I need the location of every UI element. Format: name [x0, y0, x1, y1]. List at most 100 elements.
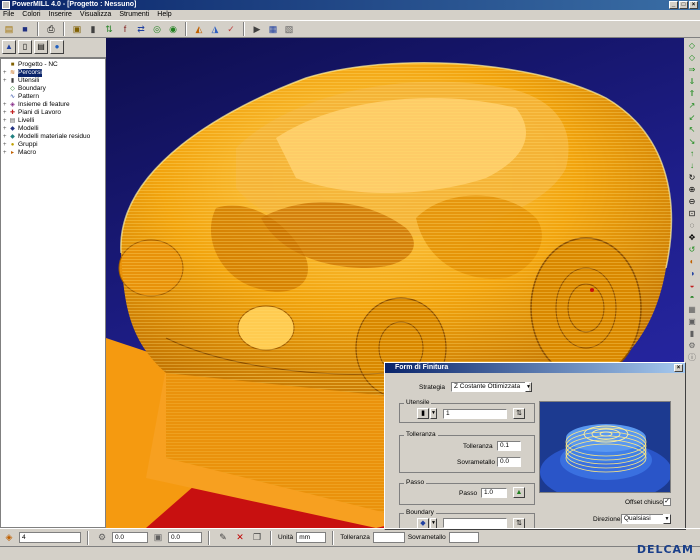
tool-group-title: Utensile	[404, 399, 432, 406]
step-lock-icon[interactable]: ▲	[513, 487, 525, 498]
open-icon[interactable]: ▤	[2, 22, 16, 36]
group-icon: ●	[10, 142, 15, 148]
chevron-down-icon[interactable]: ▼	[430, 408, 437, 419]
info-icon[interactable]: ⓘ	[686, 352, 698, 363]
end-point-icon[interactable]: ◉	[166, 22, 180, 36]
zoom-fit-icon[interactable]: ◌	[686, 220, 698, 231]
paint-icon[interactable]: ◈	[2, 531, 16, 545]
settings-icon[interactable]: ⚙	[686, 340, 698, 351]
globe-tab-icon[interactable]: ●	[50, 40, 64, 54]
view-iso-icon[interactable]: ◇	[686, 40, 698, 51]
tree-item-project[interactable]: ■ Progetto - NC	[3, 61, 103, 69]
step-input[interactable]: 1.0	[481, 488, 507, 498]
macro-icon: ▸	[10, 150, 14, 156]
minimize-button[interactable]: _	[669, 1, 678, 9]
unit-select[interactable]: mm	[296, 532, 327, 543]
workplane-icon: ✚	[9, 110, 16, 116]
tool-select[interactable]: 1	[443, 409, 507, 419]
delete-icon[interactable]: ✕	[233, 531, 247, 545]
view-left-icon[interactable]: ↖	[686, 124, 698, 135]
menu-colori[interactable]: Colori	[22, 10, 40, 20]
view-front-icon[interactable]: ↗	[686, 100, 698, 111]
tree-item-groups[interactable]: + ● Gruppi	[3, 141, 103, 149]
menu-strumenti[interactable]: Strumenti	[119, 10, 149, 20]
dialog-close-button[interactable]: ×	[674, 364, 683, 372]
offset-checkbox[interactable]: ✓	[663, 498, 671, 506]
tree-item-workplanes[interactable]: + ✚ Piani di Lavoro	[3, 109, 103, 117]
tree-item-boundary[interactable]: ◇ Boundary	[3, 85, 103, 93]
tree-item-models[interactable]: + ◆ Modelli	[3, 125, 103, 133]
print-icon[interactable]: ⎙	[44, 22, 58, 36]
strategy-select[interactable]: Z Costante Ottimizzata	[451, 382, 529, 392]
status-lock-icon[interactable]: ▣	[151, 531, 165, 545]
view-iso2-icon[interactable]: ◇	[686, 52, 698, 63]
chevron-down-icon[interactable]: ▼	[663, 514, 671, 524]
tool-icon[interactable]: ▮	[86, 22, 100, 36]
menu-visualizza[interactable]: Visualizza	[80, 10, 111, 20]
view-x-icon[interactable]: ⇒	[686, 64, 698, 75]
setup-sheet-icon[interactable]: ▧	[282, 22, 296, 36]
view-back-icon[interactable]: ↙	[686, 112, 698, 123]
pencil-icon[interactable]: ✎	[216, 531, 230, 545]
draft-angle-icon[interactable]: ◒	[686, 280, 698, 291]
zoom-in-icon[interactable]: ⊕	[686, 184, 698, 195]
shade-icon[interactable]: ◐	[686, 256, 698, 267]
tree-item-macro[interactable]: + ▸ Macro	[3, 149, 103, 157]
maximize-button[interactable]: □	[679, 1, 688, 9]
simulation-icon[interactable]: ▶	[250, 22, 264, 36]
nc-program-icon[interactable]: ▦	[266, 22, 280, 36]
explorer-tab-icon[interactable]: ▲	[2, 40, 16, 54]
view-z-icon[interactable]: ⇑	[686, 88, 698, 99]
menu-file[interactable]: File	[3, 10, 14, 20]
chevron-down-icon[interactable]: ▼	[525, 382, 532, 392]
view-tab-icon[interactable]: ▤	[34, 40, 48, 54]
copy-icon[interactable]: ❐	[250, 531, 264, 545]
status-tolerance-input[interactable]	[372, 532, 405, 543]
tree-item-tools[interactable]: + ▮ Utensili	[3, 77, 103, 85]
tree-item-feature-sets[interactable]: + ◈ Insieme di feature	[3, 101, 103, 109]
status-select-1[interactable]: 4	[19, 532, 81, 543]
toggle-toolpath-icon[interactable]: ▦	[686, 304, 698, 315]
verify-icon[interactable]: ✓	[224, 22, 238, 36]
tree-item-pattern[interactable]: ∿ Pattern	[3, 93, 103, 101]
wireframe-icon[interactable]: ◑	[686, 268, 698, 279]
rapid-move-icon[interactable]: ⇄	[134, 22, 148, 36]
leads-icon[interactable]: ⇅	[102, 22, 116, 36]
close-button[interactable]: ×	[689, 1, 698, 9]
status-field-2[interactable]: 0.0	[112, 532, 148, 543]
block-icon[interactable]: ▣	[70, 22, 84, 36]
view-bottom-icon[interactable]: ↓	[686, 160, 698, 171]
view-y-icon[interactable]: ⇓	[686, 76, 698, 87]
tolerance-input[interactable]: 0.1	[497, 441, 521, 451]
status-stock-input[interactable]	[448, 532, 479, 543]
zoom-out-icon[interactable]: ⊖	[686, 196, 698, 207]
tool-edit-icon[interactable]: ⇅	[513, 408, 525, 419]
toggle-tool-icon[interactable]: ▮	[686, 328, 698, 339]
rotate-icon[interactable]: ↻	[686, 172, 698, 183]
save-icon[interactable]: ■	[18, 22, 32, 36]
tree-item-levels[interactable]: + ▤ Livelli	[3, 117, 103, 125]
view-top-icon[interactable]: ↑	[686, 148, 698, 159]
toggle-block-icon[interactable]: ▣	[686, 316, 698, 327]
status-field-3[interactable]: 0.0	[168, 532, 202, 543]
menu-help[interactable]: Help	[157, 10, 171, 20]
pan-icon[interactable]: ✥	[686, 232, 698, 243]
roughing-icon[interactable]: ◭	[192, 22, 206, 36]
strategy-label: Strategia	[419, 384, 446, 391]
feedrate-icon[interactable]: f	[118, 22, 132, 36]
start-point-icon[interactable]: ◎	[150, 22, 164, 36]
min-radius-icon[interactable]: ◓	[686, 292, 698, 303]
view-right-icon[interactable]: ↘	[686, 136, 698, 147]
document-tab-icon[interactable]: ▯	[18, 40, 32, 54]
preview-image	[540, 402, 670, 492]
refresh-icon[interactable]: ↺	[686, 244, 698, 255]
tool-type-icon[interactable]: ▮	[417, 408, 429, 419]
tree-item-stock-models[interactable]: + ◆ Modelli materiale residuo	[3, 133, 103, 141]
stock-input[interactable]: 0.0	[497, 457, 521, 467]
menu-inserire[interactable]: Inserire	[49, 10, 72, 20]
zoom-box-icon[interactable]: ⊡	[686, 208, 698, 219]
status-tool-icon[interactable]: ⚙	[95, 531, 109, 545]
finishing-icon[interactable]: ◮	[208, 22, 222, 36]
boundary-select[interactable]	[443, 518, 507, 528]
tree-item-toolpaths[interactable]: + ≋ Percorsi	[3, 69, 103, 77]
